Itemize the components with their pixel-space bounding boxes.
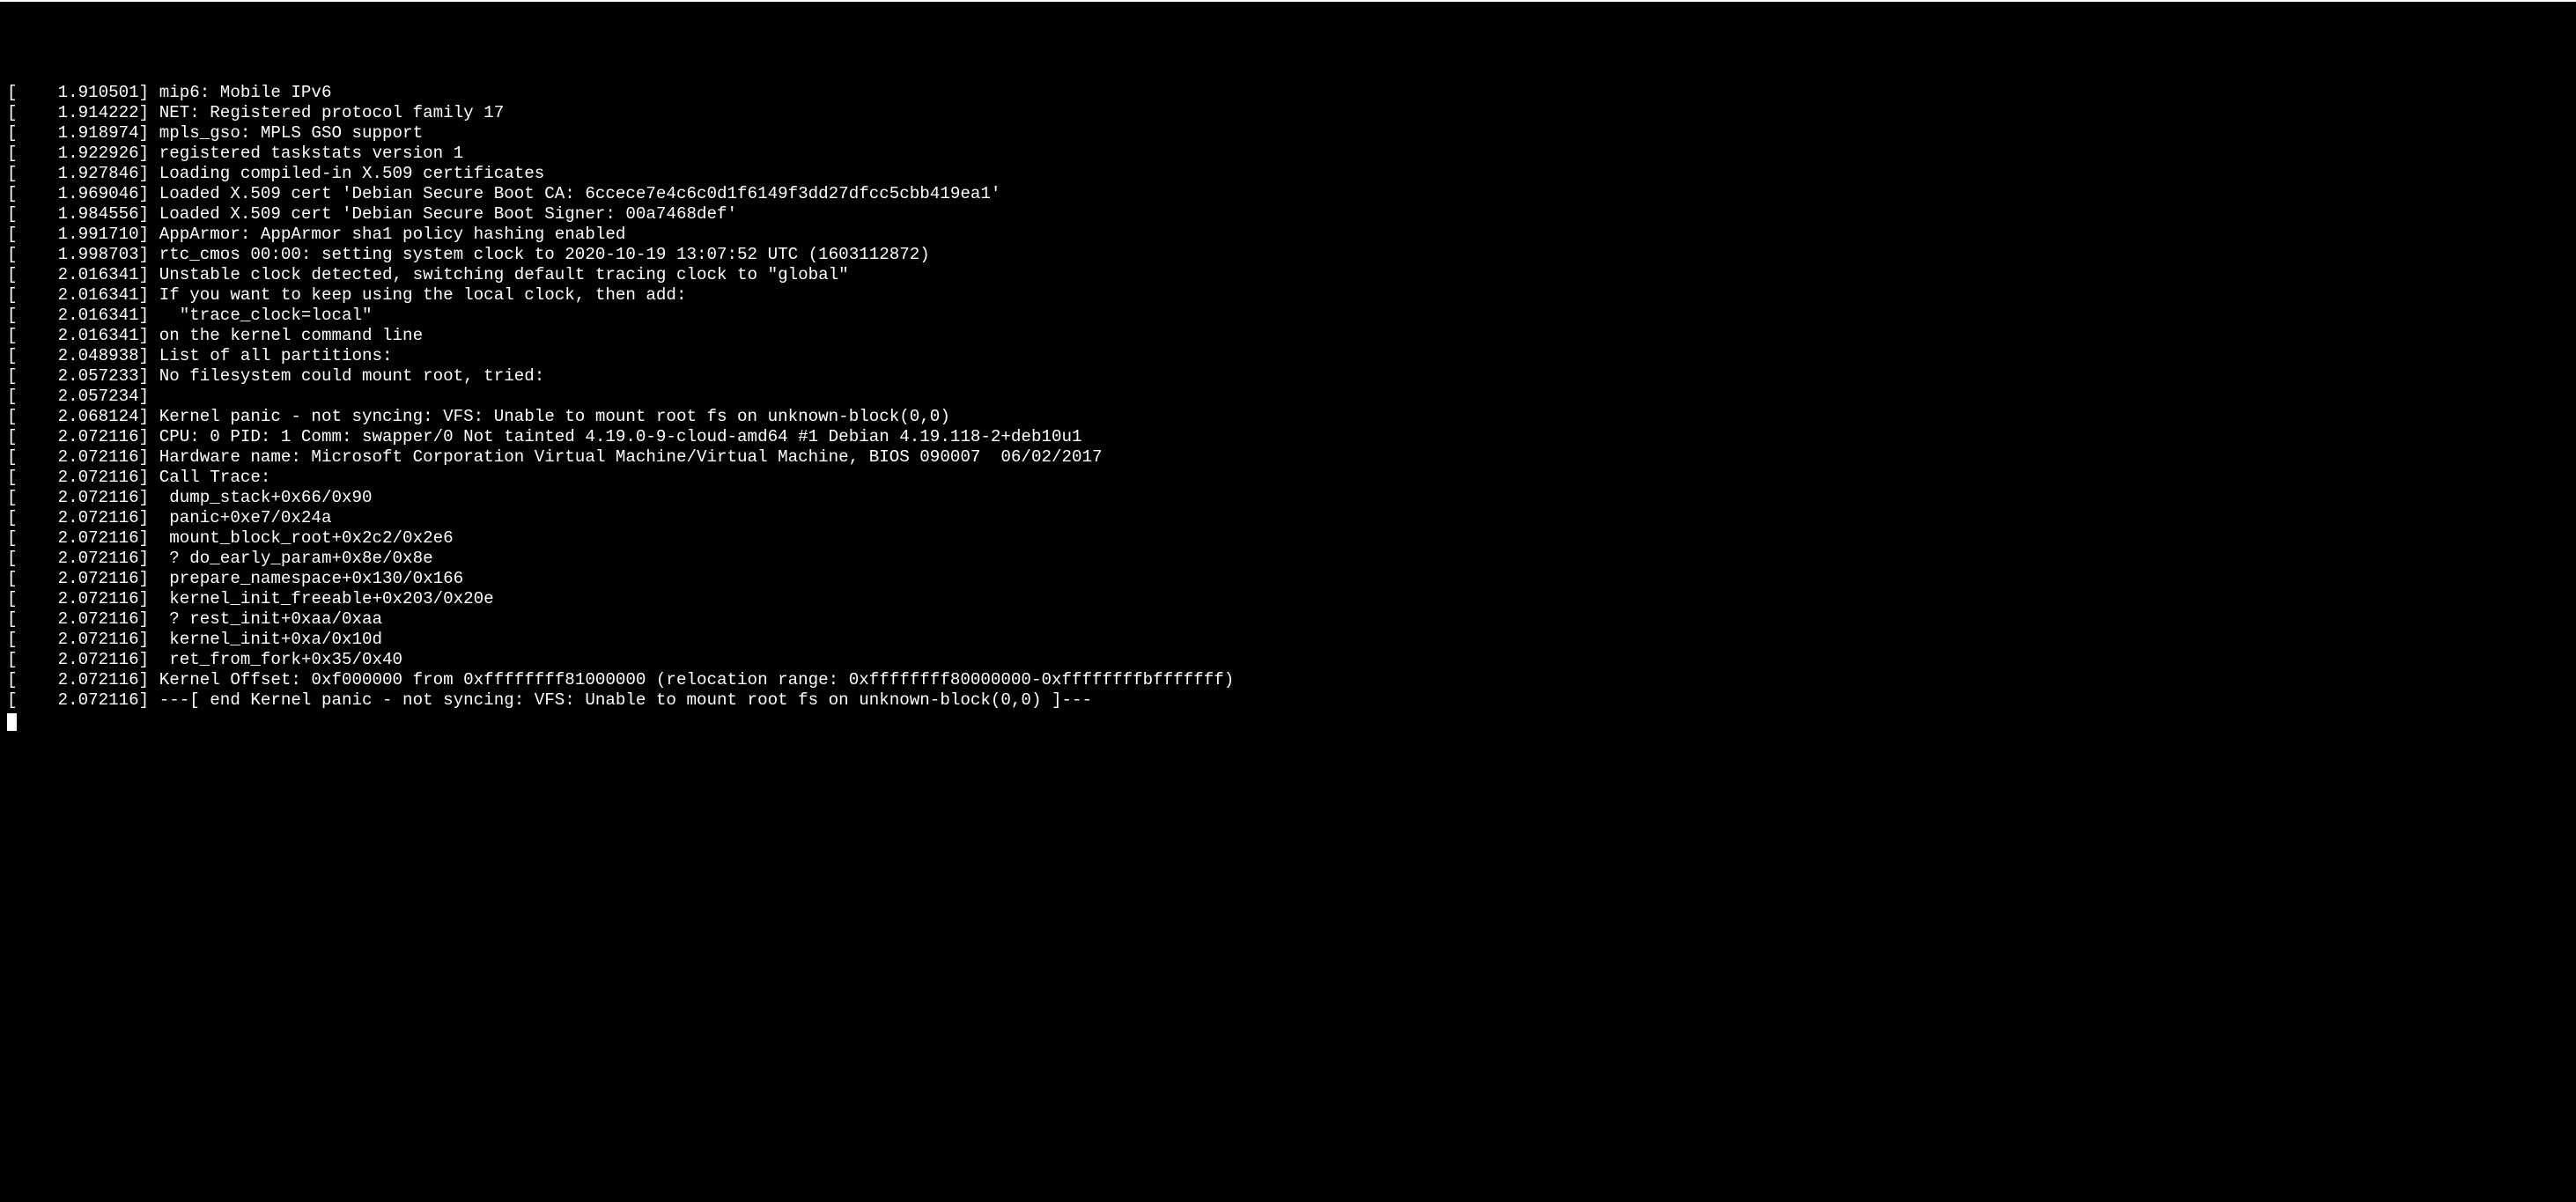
log-line: [ 2.068124] Kernel panic - not syncing: …: [7, 407, 2569, 427]
log-line: [ 1.910501] mip6: Mobile IPv6: [7, 83, 2569, 103]
log-line: [ 2.072116] ? rest_init+0xaa/0xaa: [7, 609, 2569, 630]
log-line: [ 1.927846] Loading compiled-in X.509 ce…: [7, 164, 2569, 184]
log-line: [ 2.016341] "trace_clock=local": [7, 306, 2569, 326]
log-line: [ 2.072116] Kernel Offset: 0xf000000 fro…: [7, 670, 2569, 690]
log-line: [ 1.969046] Loaded X.509 cert 'Debian Se…: [7, 184, 2569, 204]
log-line: [ 1.914222] NET: Registered protocol fam…: [7, 103, 2569, 123]
log-line: [ 2.072116] kernel_init+0xa/0x10d: [7, 630, 2569, 650]
log-line: [ 2.072116] Call Trace:: [7, 468, 2569, 488]
log-line: [ 1.918974] mpls_gso: MPLS GSO support: [7, 123, 2569, 144]
cursor: [7, 713, 17, 731]
kernel-console: [ 1.910501] mip6: Mobile IPv6[ 1.914222]…: [0, 83, 2576, 731]
log-line: [ 1.991710] AppArmor: AppArmor sha1 poli…: [7, 225, 2569, 245]
cursor-line: [7, 711, 2569, 731]
log-line: [ 2.072116] Hardware name: Microsoft Cor…: [7, 447, 2569, 468]
log-line: [ 2.016341] on the kernel command line: [7, 326, 2569, 346]
log-line: [ 2.072116] mount_block_root+0x2c2/0x2e6: [7, 528, 2569, 549]
log-line: [ 2.072116] dump_stack+0x66/0x90: [7, 488, 2569, 508]
log-line: [ 2.072116] panic+0xe7/0x24a: [7, 508, 2569, 528]
log-line: [ 2.072116] ? do_early_param+0x8e/0x8e: [7, 549, 2569, 569]
log-line: [ 1.922926] registered taskstats version…: [7, 144, 2569, 164]
log-line: [ 2.016341] Unstable clock detected, swi…: [7, 265, 2569, 285]
log-line: [ 2.057234]: [7, 387, 2569, 407]
log-line: [ 1.984556] Loaded X.509 cert 'Debian Se…: [7, 204, 2569, 225]
log-line: [ 2.072116] prepare_namespace+0x130/0x16…: [7, 569, 2569, 589]
log-line: [ 2.016341] If you want to keep using th…: [7, 285, 2569, 306]
log-line: [ 2.072116] CPU: 0 PID: 1 Comm: swapper/…: [7, 427, 2569, 447]
log-line: [ 2.072116] ret_from_fork+0x35/0x40: [7, 650, 2569, 670]
log-line: [ 2.057233] No filesystem could mount ro…: [7, 366, 2569, 387]
log-line: [ 2.072116] kernel_init_freeable+0x203/0…: [7, 589, 2569, 609]
log-line: [ 2.072116] ---[ end Kernel panic - not …: [7, 690, 2569, 711]
log-line: [ 1.998703] rtc_cmos 00:00: setting syst…: [7, 245, 2569, 265]
log-line: [ 2.048938] List of all partitions:: [7, 346, 2569, 366]
